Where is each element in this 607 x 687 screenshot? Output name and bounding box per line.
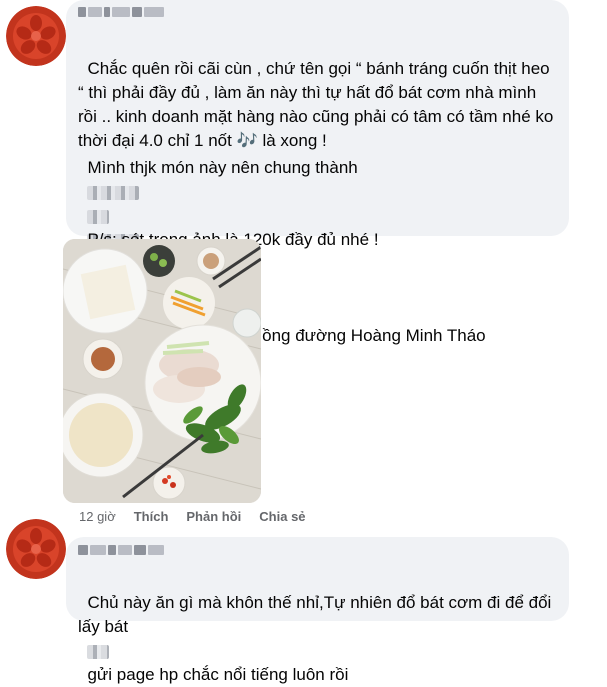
comment-timestamp[interactable]: 12 giờ — [79, 509, 116, 524]
avatar[interactable] — [6, 6, 66, 66]
food-photo-image — [63, 239, 261, 503]
share-button[interactable]: Chia sẻ — [259, 509, 305, 524]
comment-line2-start: Mình thjk món này nên chung thành — [87, 158, 358, 177]
redacted-name — [87, 185, 140, 200]
comment-actions: 12 giờ Thích Phản hồi Chia sẻ — [79, 509, 324, 524]
redacted-name — [87, 644, 110, 659]
commenter-name[interactable] — [78, 5, 164, 19]
reply-button[interactable]: Phản hồi — [186, 509, 241, 524]
commenter-name[interactable] — [78, 543, 164, 557]
comment-text: Chủ này ăn gì mà khôn thế nhỉ,Tự nhiên đ… — [78, 567, 558, 687]
comment2-text-start: Chủ này ăn gì mà khôn thế nhỉ,Tự nhiên đ… — [78, 593, 557, 636]
like-button[interactable]: Thích — [134, 509, 169, 524]
comment2-text-end: gửi page hp chắc nổi tiếng luôn rồi — [87, 665, 349, 684]
tomato-slice-icon — [6, 6, 66, 66]
tomato-slice-icon — [6, 519, 66, 579]
avatar[interactable] — [6, 519, 66, 579]
food-photo[interactable] — [63, 239, 261, 503]
